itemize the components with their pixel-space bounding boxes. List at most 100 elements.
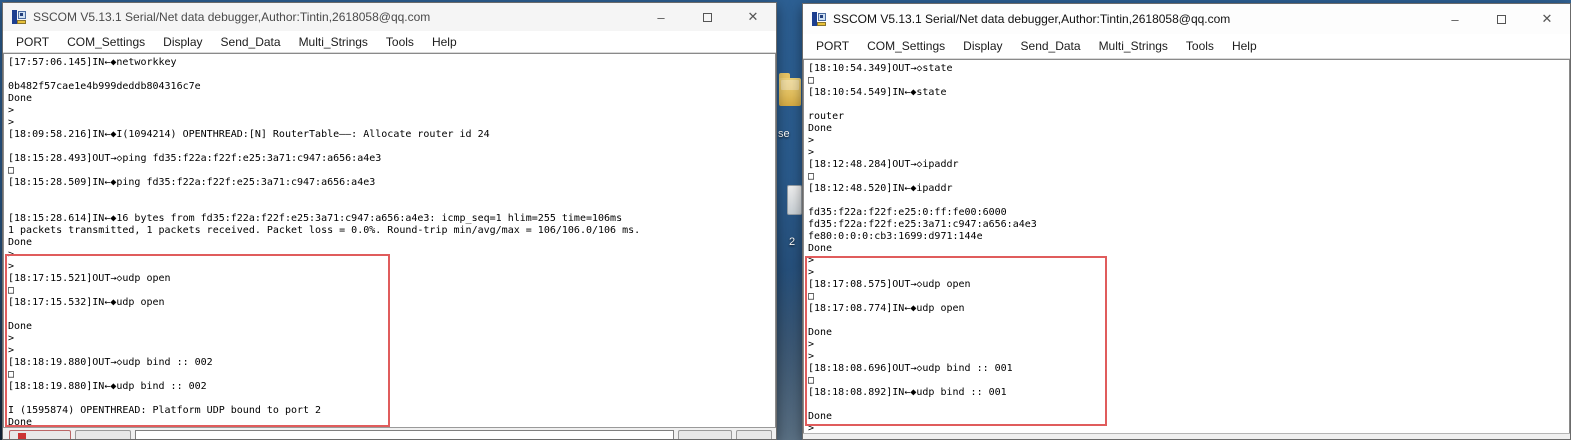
maximize-icon — [1497, 15, 1506, 24]
terminal-line: □ — [8, 165, 775, 177]
terminal-line: router — [808, 111, 1569, 123]
terminal-line: [18:17:08.575]OUT→◇udp open — [808, 279, 1569, 291]
titlebar[interactable]: SSCOM V5.13.1 Serial/Net data debugger,A… — [803, 4, 1570, 34]
desktop: { "colors": { "highlight_box": "#e05c5c"… — [0, 0, 1571, 440]
terminal-line: 1 packets transmitted, 1 packets receive… — [8, 225, 775, 237]
sscom-window-left: SSCOM V5.13.1 Serial/Net data debugger,A… — [2, 2, 777, 440]
terminal-line — [8, 201, 775, 213]
terminal-output[interactable]: [18:10:54.349]OUT→◇state□[18:10:54.549]I… — [803, 59, 1570, 433]
menu-item[interactable]: Send_Data — [1012, 39, 1090, 53]
terminal-line — [8, 189, 775, 201]
terminal-line: □ — [808, 291, 1569, 303]
window-title: SSCOM V5.13.1 Serial/Net data debugger,A… — [833, 12, 1432, 26]
terminal-line: > — [808, 351, 1569, 363]
terminal-line: > — [808, 267, 1569, 279]
terminal-line: [18:18:19.880]IN←◆udp bind :: 002 — [8, 381, 775, 393]
maximize-icon — [703, 13, 712, 22]
terminal-line — [8, 309, 775, 321]
send-toolbar-cutoff — [3, 427, 776, 439]
terminal-line: Done — [8, 417, 775, 427]
menu-item[interactable]: Multi_Strings — [290, 35, 377, 49]
terminal-line: Done — [808, 411, 1569, 423]
terminal-line: > — [8, 261, 775, 273]
terminal-line: □ — [8, 369, 775, 381]
terminal-line: Done — [808, 243, 1569, 255]
terminal-line — [808, 99, 1569, 111]
terminal-line — [8, 141, 775, 153]
menu-item[interactable]: PORT — [807, 39, 858, 53]
terminal-line: □ — [808, 375, 1569, 387]
terminal-output[interactable]: [17:57:06.145]IN←◆networkkey 0b482f57cae1… — [3, 53, 776, 427]
terminal-line: □ — [808, 171, 1569, 183]
menu-item[interactable]: Tools — [1177, 39, 1223, 53]
window-title: SSCOM V5.13.1 Serial/Net data debugger,A… — [33, 10, 638, 24]
menu-item[interactable]: Multi_Strings — [1090, 39, 1177, 53]
send-input[interactable] — [135, 430, 674, 439]
menu-item[interactable]: Tools — [377, 35, 423, 49]
close-button[interactable]: ✕ — [1524, 4, 1570, 34]
toolbar-button[interactable] — [75, 430, 131, 439]
terminal-line: 0b482f57cae1e4b999deddb804316c7e — [8, 81, 775, 93]
terminal-line: [18:17:15.532]IN←◆udp open — [8, 297, 775, 309]
terminal-line: □ — [808, 75, 1569, 87]
terminal-line: fd35:f22a:f22f:e25:3a71:c947:a656:a4e3 — [808, 219, 1569, 231]
bottom-panel-cutoff — [803, 433, 1570, 439]
terminal-line: Done — [808, 123, 1569, 135]
terminal-line: [18:12:48.284]OUT→◇ipaddr — [808, 159, 1569, 171]
toolbar-button[interactable] — [736, 430, 772, 439]
terminal-line: [18:15:28.509]IN←◆ping fd35:f22a:f22f:e2… — [8, 177, 775, 189]
sscom-app-icon — [811, 11, 827, 27]
terminal-line: I (1595874) OPENTHREAD: Platform UDP bou… — [8, 405, 775, 417]
terminal-line: [18:15:28.493]OUT→◇ping fd35:f22a:f22f:e… — [8, 153, 775, 165]
maximize-button[interactable] — [1478, 4, 1524, 34]
menu-bar: PORTCOM_SettingsDisplaySend_DataMulti_St… — [803, 34, 1570, 59]
terminal-line: [18:12:48.520]IN←◆ipaddr — [808, 183, 1569, 195]
menu-item[interactable]: Display — [154, 35, 211, 49]
terminal-line — [8, 393, 775, 405]
terminal-line: > — [808, 147, 1569, 159]
terminal-line: Done — [8, 237, 775, 249]
terminal-line: [17:57:06.145]IN←◆networkkey — [8, 57, 775, 69]
terminal-line: fd35:f22a:f22f:e25:0:ff:fe00:6000 — [808, 207, 1569, 219]
toolbar-button[interactable] — [678, 430, 732, 439]
menu-item[interactable]: COM_Settings — [58, 35, 154, 49]
terminal-line: > — [808, 339, 1569, 351]
terminal-line: > — [8, 117, 775, 129]
menu-item[interactable]: PORT — [7, 35, 58, 49]
terminal-line: > — [8, 105, 775, 117]
menu-item[interactable]: Send_Data — [212, 35, 290, 49]
terminal-line — [808, 195, 1569, 207]
terminal-line: [18:09:58.216]IN←◆I(1094214) OPENTHREAD:… — [8, 129, 775, 141]
sscom-app-icon — [11, 9, 27, 25]
desktop-file-icon[interactable] — [787, 185, 802, 215]
terminal-line: [18:18:19.880]OUT→◇udp bind :: 002 — [8, 357, 775, 369]
menu-item[interactable]: Display — [954, 39, 1011, 53]
menu-item[interactable]: COM_Settings — [858, 39, 954, 53]
terminal-line — [8, 69, 775, 81]
menu-item[interactable]: Help — [1223, 39, 1266, 53]
menu-bar: PORTCOM_SettingsDisplaySend_DataMulti_St… — [3, 31, 776, 53]
minimize-button[interactable]: – — [638, 3, 684, 31]
desktop-file-label: 2 — [789, 236, 795, 248]
terminal-line: □ — [8, 285, 775, 297]
minimize-button[interactable]: – — [1432, 4, 1478, 34]
menu-item[interactable]: Help — [423, 35, 466, 49]
terminal-line: > — [808, 135, 1569, 147]
maximize-button[interactable] — [684, 3, 730, 31]
terminal-line: fe80:0:0:0:cb3:1699:d971:144e — [808, 231, 1569, 243]
terminal-line: [18:18:08.892]IN←◆udp bind :: 001 — [808, 387, 1569, 399]
terminal-line: Done — [808, 327, 1569, 339]
desktop-folder-icon — [781, 80, 799, 90]
close-button[interactable]: ✕ — [730, 3, 776, 31]
terminal-line: [18:18:08.696]OUT→◇udp bind :: 001 — [808, 363, 1569, 375]
sscom-window-right: SSCOM V5.13.1 Serial/Net data debugger,A… — [802, 3, 1571, 440]
terminal-line: [18:17:08.774]IN←◆udp open — [808, 303, 1569, 315]
terminal-line: > — [8, 345, 775, 357]
titlebar[interactable]: SSCOM V5.13.1 Serial/Net data debugger,A… — [3, 3, 776, 31]
toolbar-button[interactable] — [9, 430, 71, 439]
terminal-line: Done — [8, 321, 775, 333]
terminal-line: > — [808, 255, 1569, 267]
terminal-line: Done — [8, 93, 775, 105]
terminal-line: [18:15:28.614]IN←◆16 bytes from fd35:f22… — [8, 213, 775, 225]
terminal-line: > — [8, 333, 775, 345]
